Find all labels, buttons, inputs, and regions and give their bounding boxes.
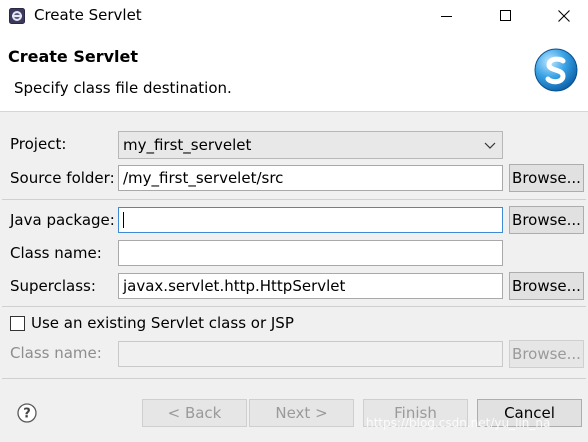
help-icon[interactable]: ? [17,403,37,423]
separator [2,199,586,200]
existing-class-name-input[interactable] [118,341,503,367]
superclass-browse-button[interactable]: Browse... [509,272,584,300]
project-label: Project: [10,135,67,153]
superclass-input[interactable]: javax.servlet.http.HttpServlet [118,273,503,299]
project-value: my_first_servelet [123,136,252,154]
text-caret [123,212,124,228]
maximize-icon [500,10,511,21]
close-icon [558,10,570,22]
java-package-input[interactable] [118,207,503,233]
use-existing-label[interactable]: Use an existing Servlet class or JSP [31,314,294,332]
wizard-header: Create Servlet Specify class file destin… [0,32,588,112]
project-combo[interactable]: my_first_servelet [118,131,503,159]
use-existing-checkbox[interactable] [10,316,25,331]
existing-class-name-label: Class name: [10,344,102,362]
watermark-text: https://blog.csdn.net/yu_lin_na [366,416,551,430]
next-button[interactable]: Next > [249,399,354,427]
minimize-icon [441,16,452,17]
servlet-s-logo-icon [534,48,578,92]
svg-text:?: ? [23,407,31,422]
superclass-label: Superclass: [10,277,96,295]
title-bar: Create Servlet [0,0,588,32]
back-button[interactable]: < Back [142,399,247,427]
java-package-browse-button[interactable]: Browse... [509,206,584,234]
window-title: Create Servlet [34,6,142,24]
separator [2,306,586,307]
minimize-button[interactable] [424,0,470,32]
eclipse-icon [9,8,25,24]
wizard-description: Specify class file destination. [14,79,232,97]
source-folder-input[interactable]: /my_first_servelet/src [118,165,503,191]
maximize-button[interactable] [483,0,529,32]
separator [2,378,586,379]
java-package-label: Java package: [10,211,115,229]
close-button[interactable] [541,0,587,32]
wizard-title: Create Servlet [8,47,139,66]
chevron-down-icon [484,142,496,149]
existing-class-browse-button[interactable]: Browse... [509,340,584,368]
class-name-input[interactable] [118,240,503,266]
source-folder-label: Source folder: [10,169,115,187]
source-folder-browse-button[interactable]: Browse... [509,164,584,192]
class-name-label: Class name: [10,244,102,262]
